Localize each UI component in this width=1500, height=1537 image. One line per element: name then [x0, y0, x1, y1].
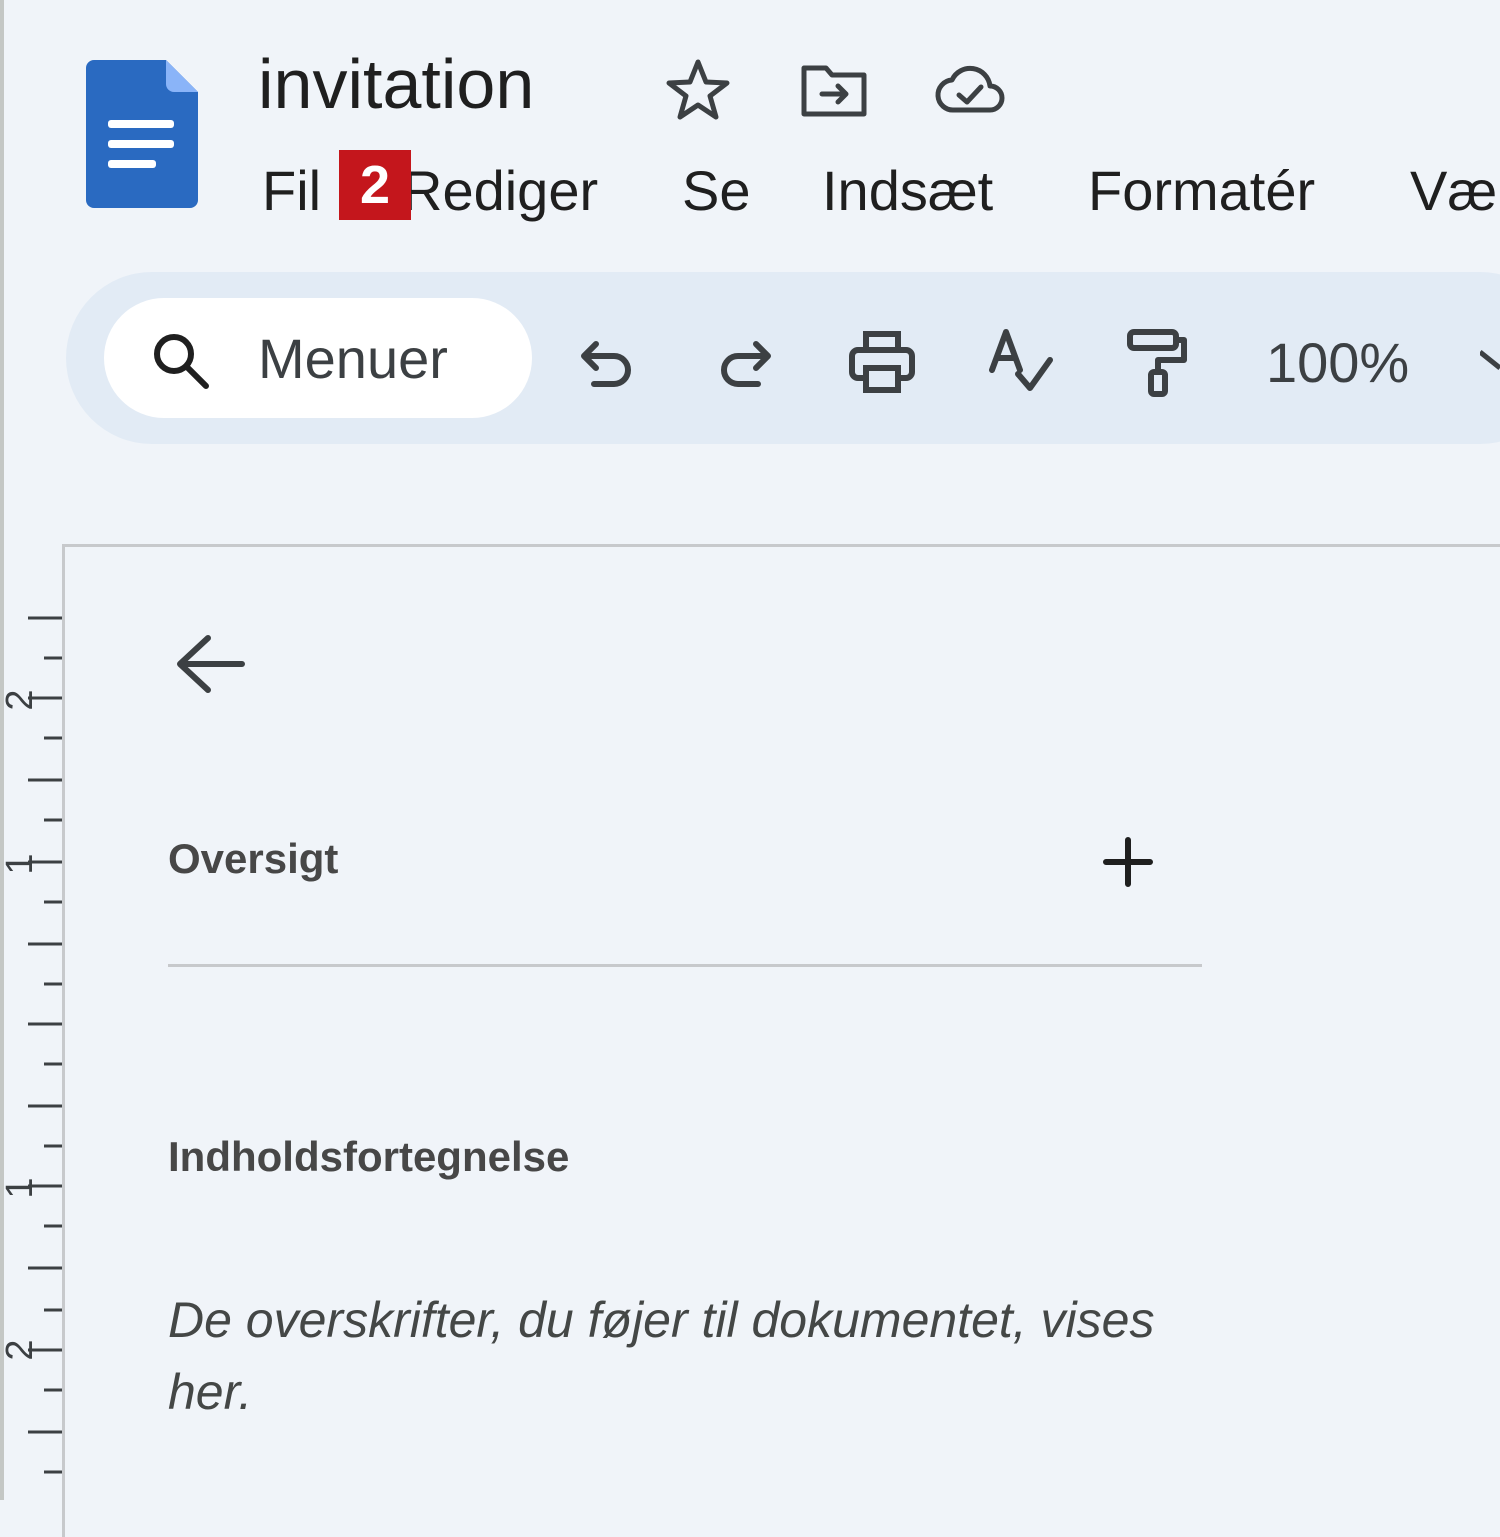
cloud-saved-icon[interactable] [934, 54, 1006, 126]
vertical-ruler: 2 1 1 2 [0, 616, 62, 1474]
star-icon[interactable] [662, 54, 734, 126]
document-title[interactable]: invitation [258, 42, 534, 126]
google-docs-logo-icon[interactable] [86, 60, 198, 208]
ruler-label: 2 [0, 689, 41, 710]
ruler-label: 1 [0, 1177, 41, 1198]
menu-view[interactable]: Se [682, 158, 751, 224]
menu-insert[interactable]: Indsæt [822, 158, 993, 224]
outline-placeholder-text: De overskrifter, du føjer til dokumentet… [168, 1292, 1155, 1420]
back-arrow-icon[interactable] [172, 628, 248, 704]
menu-file[interactable]: Fil [262, 158, 321, 224]
ruler-label: 2 [0, 1339, 41, 1360]
menu-edit[interactable]: Rediger [402, 158, 598, 224]
outline-heading: Oversigt [168, 835, 339, 882]
menu-format[interactable]: Formatér [1088, 158, 1315, 224]
search-icon [154, 334, 209, 389]
redo-icon[interactable] [704, 322, 784, 402]
move-to-folder-icon[interactable] [798, 54, 870, 126]
menu-tools[interactable]: Væ [1410, 158, 1497, 224]
keyboard-hint-badge: 2 [339, 150, 411, 220]
spellcheck-icon[interactable] [980, 322, 1060, 402]
paint-format-icon[interactable] [1118, 322, 1198, 402]
add-tab-icon[interactable] [1100, 834, 1156, 890]
zoom-select[interactable]: 100% [1266, 330, 1409, 396]
ruler-label: 1 [0, 853, 41, 874]
chevron-down-icon[interactable] [1480, 350, 1500, 370]
search-menus-label[interactable]: Menuer [258, 326, 448, 392]
print-icon[interactable] [842, 322, 922, 402]
undo-icon[interactable] [568, 322, 648, 402]
table-of-contents-heading: Indholdsfortegnelse [168, 1133, 570, 1180]
outline-divider [168, 964, 1202, 967]
